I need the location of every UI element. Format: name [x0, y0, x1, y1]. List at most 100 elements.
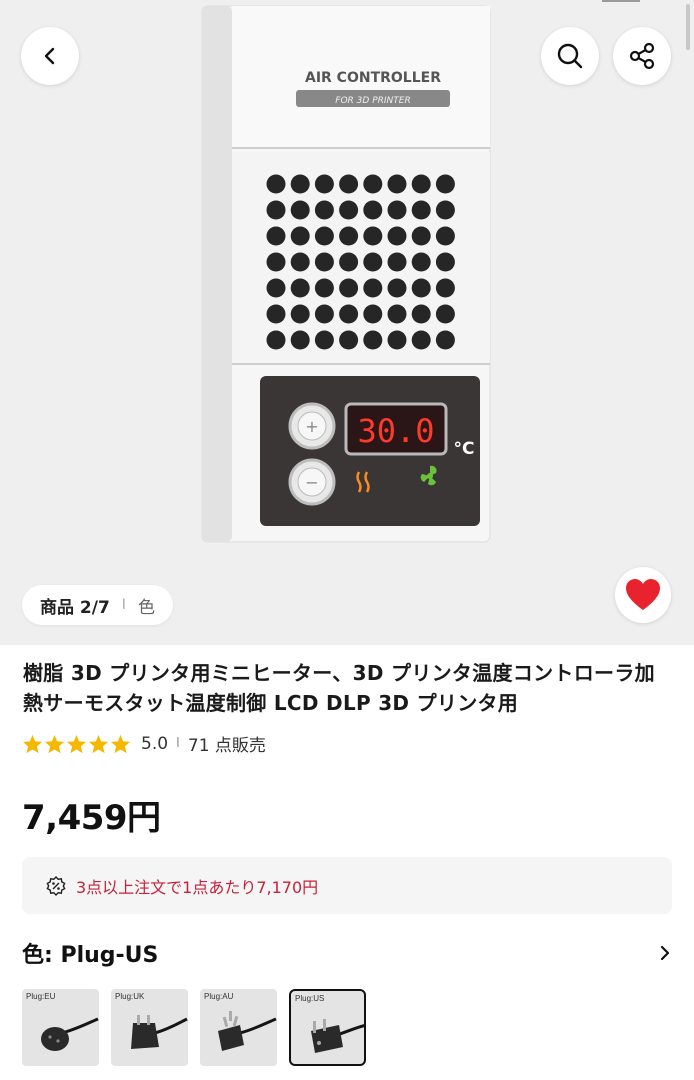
star-icon: [22, 734, 43, 753]
temperature-display: 30.0: [357, 412, 434, 450]
vent-hole: [314, 174, 334, 194]
plug-eu-icon: [41, 1017, 99, 1051]
bulk-discount-banner: 3点以上注文で1点あたり7,170円: [22, 857, 672, 914]
vent-hole: [363, 226, 383, 246]
vent-hole: [411, 200, 431, 220]
vent-hole: [290, 252, 310, 272]
vent-hole: [363, 252, 383, 272]
minus-sign: −: [305, 473, 318, 492]
star-icon: [66, 734, 87, 753]
variant-selector-header[interactable]: 色: Plug-US: [22, 936, 672, 970]
vent-hole: [435, 278, 455, 298]
plug-au-icon: [218, 1011, 277, 1051]
product-image-gallery[interactable]: AIR CONTROLLER FOR 3D PRINTER + − 30.0 °…: [0, 0, 694, 645]
vent-hole: [387, 174, 407, 194]
variant-option-plug-eu[interactable]: Plug:EU: [22, 989, 99, 1066]
chevron-right-icon[interactable]: [658, 944, 672, 962]
search-icon: [557, 43, 583, 69]
vent-hole: [339, 200, 359, 220]
vent-hole: [290, 278, 310, 298]
promo-text: 3点以上注文で1点あたり7,170円: [76, 877, 319, 897]
rating-value: 5.0: [141, 733, 169, 754]
vent-hole: [266, 200, 286, 220]
vent-hole: [411, 330, 431, 350]
gallery-counter: 商品 2/7 I 色: [22, 585, 173, 625]
chevron-left-icon: [44, 47, 55, 65]
vent-hole: [266, 226, 286, 246]
rating-stars: [22, 734, 131, 754]
product-title: 樹脂 3D プリンタ用ミニヒーター、3D プリンタ温度コントローラ加熱サーモスタ…: [23, 661, 655, 715]
vent-hole: [339, 174, 359, 194]
product-price: 7,459円: [22, 798, 161, 838]
vent-hole: [266, 304, 286, 324]
vent-hole: [363, 174, 383, 194]
vent-hole: [314, 226, 334, 246]
vent-hole: [363, 304, 383, 324]
product-image: AIR CONTROLLER FOR 3D PRINTER + − 30.0 °…: [201, 5, 491, 543]
share-button[interactable]: [613, 27, 671, 85]
variant-label: 色: Plug-US: [22, 943, 159, 968]
discount-badge-icon: [46, 875, 66, 896]
vent-hole: [411, 304, 431, 324]
variant-options: Plug:EU Plug:UK Plug:AU Plug:US: [22, 989, 366, 1066]
variant-option-plug-au[interactable]: Plug:AU: [200, 989, 277, 1066]
temperature-unit: °C: [454, 439, 475, 459]
vent-hole: [435, 226, 455, 246]
vent-hole: [290, 174, 310, 194]
vent-hole: [387, 278, 407, 298]
vent-hole: [363, 330, 383, 350]
image-counter: 商品 2/7: [40, 597, 110, 618]
back-button[interactable]: [21, 27, 79, 85]
vent-hole: [411, 174, 431, 194]
plug-us-icon: [311, 1019, 364, 1053]
vent-hole: [339, 278, 359, 298]
vent-hole: [387, 330, 407, 350]
vent-hole: [314, 304, 334, 324]
vent-hole: [290, 330, 310, 350]
vent-hole: [435, 330, 455, 350]
vent-hole: [339, 330, 359, 350]
vent-hole: [339, 226, 359, 246]
vent-hole: [411, 226, 431, 246]
vent-hole: [435, 252, 455, 272]
star-icon: [44, 734, 65, 753]
vent-hole: [435, 304, 455, 324]
vent-hole: [387, 252, 407, 272]
brand-subtitle: FOR 3D PRINTER: [335, 96, 410, 106]
vent-hole: [290, 226, 310, 246]
share-icon: [629, 42, 655, 70]
vent-hole: [363, 278, 383, 298]
vent-hole: [314, 252, 334, 272]
vent-hole: [266, 278, 286, 298]
vent-hole: [266, 330, 286, 350]
variant-option-plug-uk[interactable]: Plug:UK: [111, 989, 188, 1066]
counter-separator: I: [121, 597, 126, 613]
variant-option-plug-us[interactable]: Plug:US: [289, 989, 366, 1066]
vent-hole: [387, 226, 407, 246]
vent-hole: [314, 330, 334, 350]
vent-hole: [314, 200, 334, 220]
vent-hole: [411, 278, 431, 298]
plug-uk-icon: [131, 1015, 188, 1049]
heart-icon: [626, 579, 660, 610]
vent-hole: [435, 200, 455, 220]
vent-hole: [387, 304, 407, 324]
favorite-button[interactable]: [615, 567, 671, 623]
vent-hole: [290, 200, 310, 220]
vent-hole: [387, 200, 407, 220]
vent-hole: [339, 252, 359, 272]
vent-hole: [339, 304, 359, 324]
star-icon: [88, 734, 109, 753]
variant-hint: 色: [137, 597, 155, 618]
status-indicator-line: [602, 0, 640, 2]
search-button[interactable]: [541, 27, 599, 85]
vent-hole: [314, 278, 334, 298]
vent-hole: [290, 304, 310, 324]
rating-row[interactable]: 5.0 I 71 点販売: [22, 731, 266, 756]
scrollbar[interactable]: [686, 4, 690, 50]
vent-hole: [266, 252, 286, 272]
vent-hole: [266, 174, 286, 194]
vent-hole: [363, 200, 383, 220]
brand-title: AIR CONTROLLER: [305, 70, 441, 86]
rating-separator: I: [176, 736, 180, 751]
